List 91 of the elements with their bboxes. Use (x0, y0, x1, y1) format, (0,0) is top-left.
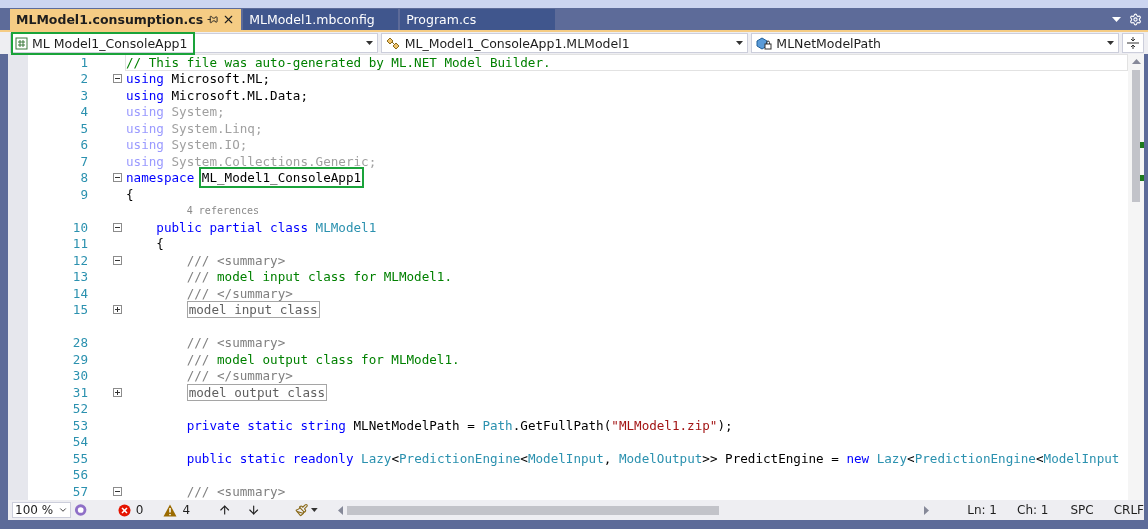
error-count: 0 (135, 503, 144, 517)
brush-icon[interactable] (294, 503, 309, 517)
code-health-icon[interactable] (74, 503, 88, 517)
line-number: 54 (71, 434, 88, 450)
scrollbar-thumb[interactable] (1132, 70, 1140, 202)
line-number: 55 (71, 450, 88, 466)
previous-issue-icon[interactable] (218, 503, 232, 517)
collapse-icon[interactable] (113, 74, 122, 84)
line-number: 14 (71, 285, 88, 301)
warning-icon (163, 503, 178, 517)
class-icon (385, 36, 401, 50)
collapse-icon[interactable] (113, 173, 122, 183)
settings-icon[interactable] (1129, 13, 1142, 26)
expand-icon[interactable] (113, 387, 122, 397)
line-position: Ln: 1 (967, 503, 997, 517)
line-number: 4 (79, 104, 88, 120)
line-number: 1 (79, 54, 88, 70)
expand-icon[interactable] (113, 305, 122, 315)
field-lock-icon (756, 36, 773, 50)
code-line: /// <summary> (185, 483, 287, 500)
csharp-project-icon (15, 36, 28, 50)
horizontal-scrollbar[interactable] (337, 503, 930, 517)
code-line: /// <summary> (185, 334, 287, 351)
line-number: 57 (71, 483, 88, 499)
warning-count: 4 (182, 503, 191, 517)
caret-icon[interactable] (311, 508, 318, 512)
vertical-scrollbar[interactable] (1128, 54, 1144, 500)
line-number: 11 (71, 236, 88, 252)
caret-icon (1107, 41, 1114, 45)
caret-icon (58, 505, 69, 515)
code-line: using System; (125, 103, 226, 120)
editor-tab[interactable]: Program.cs (400, 9, 556, 30)
line-number: 2 (79, 71, 88, 87)
code-line: private static string MLNetModelPath = Path.GetFullPath("MLModel1.zip"); (185, 417, 734, 434)
next-issue-icon[interactable] (247, 503, 261, 517)
pin-icon[interactable] (207, 14, 219, 25)
line-number: 52 (71, 401, 88, 417)
line-number: 9 (79, 186, 88, 202)
code-line: { (155, 235, 165, 252)
line-number: 29 (71, 351, 88, 367)
split-editor-button[interactable] (1122, 33, 1144, 53)
zoom-dropdown[interactable]: 100 % (12, 502, 72, 518)
line-number: 15 (71, 302, 88, 318)
caret-icon (736, 41, 744, 45)
collapse-icon[interactable] (113, 255, 122, 265)
line-number: 13 (71, 269, 88, 285)
code-line: public static readonly Lazy<PredictionEngine<ModelInput, ModelOutput>> PredictEngine = new Lazy<PredictionEngine<ModelInput (185, 450, 1121, 467)
line-number: 3 (79, 87, 88, 103)
code-line: /// </summary> (185, 367, 294, 384)
navigation-dropdown[interactable]: ML Model1_ConsoleApp1 (10, 33, 378, 53)
caret-icon (365, 41, 373, 45)
error-icon (117, 503, 131, 517)
scroll-left-icon[interactable] (337, 505, 343, 515)
line-number: 53 (71, 417, 88, 433)
code-line: using System.Linq; (125, 120, 264, 137)
references-link[interactable]: 4 references (186, 205, 260, 217)
line-number: 10 (71, 219, 88, 235)
editor-tab[interactable]: MLModel1.mbconfig (243, 9, 399, 30)
code-line: using System.Collections.Generic; (125, 153, 378, 170)
scroll-up-icon[interactable] (1131, 59, 1141, 64)
indent-mode: SPC (1070, 503, 1094, 517)
navigation-dropdown[interactable]: ML_Model1_ConsoleApp1.MLModel1 (380, 33, 749, 53)
collapse-icon[interactable] (113, 222, 122, 232)
line-number: 30 (71, 368, 88, 384)
line-number: 31 (71, 384, 88, 400)
dropdown-caret-icon[interactable] (1112, 17, 1121, 22)
line-number: 28 (71, 335, 88, 351)
column-position: Ch: 1 (1017, 503, 1049, 517)
code-line: /// model input class for MLModel1. (185, 268, 454, 285)
code-line: public partial class MLModel1 (155, 219, 378, 236)
code-line: using Microsoft.ML.Data; (125, 87, 309, 104)
code-line: /// model output class for MLModel1. (185, 351, 461, 368)
line-number: 5 (79, 120, 88, 136)
collapse-icon[interactable] (113, 486, 122, 496)
scrollbar-thumb[interactable] (346, 505, 719, 515)
line-number: 6 (79, 137, 88, 153)
code-line: namespace ML_Model1_ConsoleApp1 (125, 169, 1128, 186)
navigation-dropdown[interactable]: MLNetModelPath (751, 33, 1119, 53)
line-number: 7 (79, 153, 88, 169)
line-ending: CRLF (1113, 503, 1145, 517)
line-number: 12 (71, 252, 88, 268)
line-number: 8 (79, 170, 88, 186)
line-number: 56 (71, 467, 88, 483)
code-line: /// <summary> (185, 252, 287, 269)
code-line: { (125, 186, 135, 203)
editor-tab[interactable]: MLModel1.consumption.cs (10, 9, 242, 30)
code-line: using Microsoft.ML; (125, 70, 272, 87)
code-line: /// </summary> (185, 285, 294, 302)
scroll-right-icon[interactable] (924, 505, 930, 515)
split-icon (1127, 37, 1139, 49)
code-line: using System.IO; (125, 136, 249, 153)
